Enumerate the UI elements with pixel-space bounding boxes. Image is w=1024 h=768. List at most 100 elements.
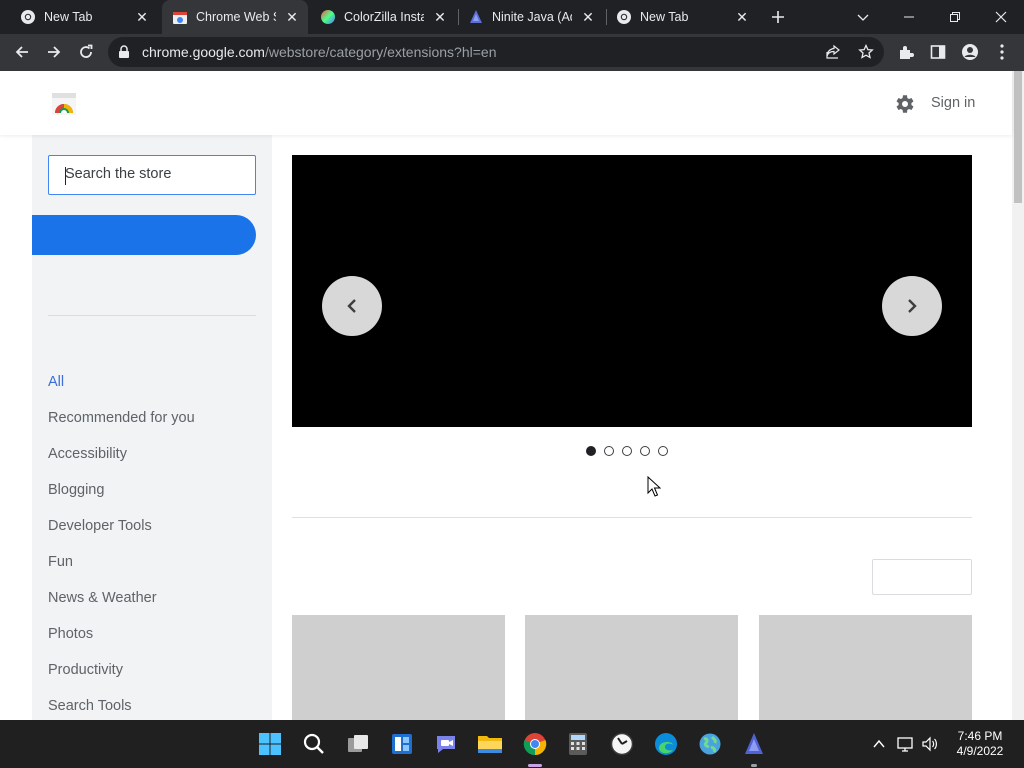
- calculator-icon[interactable]: [564, 730, 592, 758]
- address-bar[interactable]: chrome.google.com/webstore/category/exte…: [108, 37, 884, 67]
- category-item-fun[interactable]: Fun: [48, 552, 256, 588]
- category-item-blogging[interactable]: Blogging: [48, 480, 256, 516]
- page-content: Sign in All Recommended for you Accessib…: [0, 71, 1024, 720]
- carousel-prev-button[interactable]: [322, 276, 382, 336]
- sort-dropdown[interactable]: [872, 559, 972, 595]
- webstore-icon: [172, 9, 188, 25]
- mouse-cursor-icon: [647, 476, 661, 497]
- category-item-productivity[interactable]: Productivity: [48, 660, 256, 696]
- bookmark-star-icon[interactable]: [857, 43, 875, 61]
- category-item-recommended[interactable]: Recommended for you: [48, 408, 256, 444]
- volume-icon[interactable]: [921, 735, 939, 753]
- carousel-next-button[interactable]: [882, 276, 942, 336]
- ninite-icon[interactable]: [740, 730, 768, 758]
- plus-icon: [772, 11, 784, 23]
- side-panel-icon[interactable]: [928, 42, 948, 62]
- url-text: chrome.google.com/webstore/category/exte…: [142, 44, 497, 60]
- arrow-left-icon: [15, 46, 28, 58]
- sidebar-divider: [48, 315, 256, 316]
- tab-title: ColorZilla Installed: [344, 10, 424, 24]
- tab-ninite-java[interactable]: Ninite Java (Adoptium) ✕: [458, 0, 604, 34]
- menu-icon[interactable]: [992, 42, 1012, 62]
- chevron-right-icon: [908, 299, 917, 313]
- forward-button[interactable]: [40, 38, 68, 66]
- tab-search-button[interactable]: [840, 0, 886, 34]
- tab-colorzilla[interactable]: ColorZilla Installed ✕: [310, 0, 456, 34]
- active-app-indicator: [528, 764, 542, 767]
- clock-date: 4/9/2022: [956, 744, 1004, 758]
- network-icon[interactable]: [897, 735, 915, 753]
- lock-icon[interactable]: [118, 45, 130, 64]
- extension-tile-placeholder[interactable]: [759, 615, 972, 720]
- category-item-news-weather[interactable]: News & Weather: [48, 588, 256, 624]
- search-icon[interactable]: [300, 730, 328, 758]
- profile-icon[interactable]: [960, 42, 980, 62]
- carousel-dot[interactable]: [640, 446, 650, 456]
- extension-tile-placeholder[interactable]: [292, 615, 505, 720]
- url-path: /webstore/category/extensions?hl=en: [264, 44, 497, 60]
- category-item-photos[interactable]: Photos: [48, 624, 256, 660]
- scrollbar-thumb[interactable]: [1014, 71, 1022, 203]
- teams-chat-icon[interactable]: [432, 730, 460, 758]
- share-icon[interactable]: [824, 43, 842, 61]
- clock-app-icon[interactable]: [608, 730, 636, 758]
- file-explorer-icon[interactable]: [476, 730, 504, 758]
- carousel-dot[interactable]: [658, 446, 668, 456]
- category-item-all[interactable]: All: [48, 372, 256, 408]
- start-icon[interactable]: [256, 730, 284, 758]
- chrome-icon: [616, 9, 632, 25]
- tab-new-tab-1[interactable]: New Tab ✕: [0, 0, 158, 34]
- url-host: chrome.google.com: [142, 44, 265, 60]
- minimize-icon: [904, 16, 914, 18]
- carousel-dot[interactable]: [622, 446, 632, 456]
- settings-gear-icon[interactable]: [892, 92, 916, 116]
- carousel-dot[interactable]: [604, 446, 614, 456]
- chrome-icon[interactable]: [521, 730, 549, 758]
- content-divider: [292, 517, 972, 518]
- tab-chrome-web-store[interactable]: Chrome Web Store ✕: [162, 0, 308, 34]
- reload-button[interactable]: [72, 38, 100, 66]
- store-sidebar: All Recommended for you Accessibility Bl…: [32, 135, 272, 720]
- webstore-logo-icon[interactable]: [51, 91, 77, 117]
- close-icon[interactable]: ✕: [134, 9, 150, 25]
- tab-title: New Tab: [640, 10, 689, 24]
- new-tab-button[interactable]: [766, 5, 790, 29]
- task-view-icon[interactable]: [344, 730, 372, 758]
- category-item-search-tools[interactable]: Search Tools: [48, 696, 256, 720]
- globe-app-icon[interactable]: [696, 730, 724, 758]
- ninite-icon: [468, 9, 484, 25]
- store-search-box[interactable]: [48, 155, 256, 195]
- category-item-accessibility[interactable]: Accessibility: [48, 444, 256, 480]
- clock-time: 7:46 PM: [957, 729, 1003, 743]
- extensions-filter-button[interactable]: [32, 215, 256, 255]
- restore-button[interactable]: [932, 0, 978, 34]
- chevron-left-icon: [347, 299, 356, 313]
- chevron-up-icon[interactable]: [870, 735, 888, 753]
- tab-separator: [606, 9, 607, 25]
- close-icon[interactable]: ✕: [580, 9, 596, 25]
- page-scrollbar[interactable]: [1012, 71, 1024, 720]
- tab-separator: [458, 9, 459, 25]
- tab-new-tab-2[interactable]: New Tab ✕: [606, 0, 758, 34]
- close-window-button[interactable]: [978, 0, 1024, 34]
- edge-icon[interactable]: [652, 730, 680, 758]
- minimize-button[interactable]: [886, 0, 932, 34]
- close-icon[interactable]: ✕: [432, 9, 448, 25]
- tab-title: Chrome Web Store: [196, 10, 276, 24]
- taskbar-clock[interactable]: 7:46 PM 4/9/2022: [948, 729, 1012, 759]
- close-icon[interactable]: ✕: [734, 9, 750, 25]
- widgets-icon[interactable]: [388, 730, 416, 758]
- chevron-down-icon: [857, 14, 869, 21]
- sign-in-link[interactable]: Sign in: [931, 95, 975, 111]
- back-button[interactable]: [8, 38, 36, 66]
- category-item-developer-tools[interactable]: Developer Tools: [48, 516, 256, 552]
- featured-carousel[interactable]: [292, 155, 972, 427]
- carousel-dot[interactable]: [586, 446, 596, 456]
- tab-title: New Tab: [44, 10, 93, 24]
- carousel-indicator: [586, 446, 668, 456]
- search-input[interactable]: [65, 166, 245, 182]
- extension-tile-placeholder[interactable]: [525, 615, 738, 720]
- close-icon[interactable]: ✕: [284, 9, 300, 25]
- extensions-icon[interactable]: [896, 42, 916, 62]
- arrow-right-icon: [48, 46, 61, 58]
